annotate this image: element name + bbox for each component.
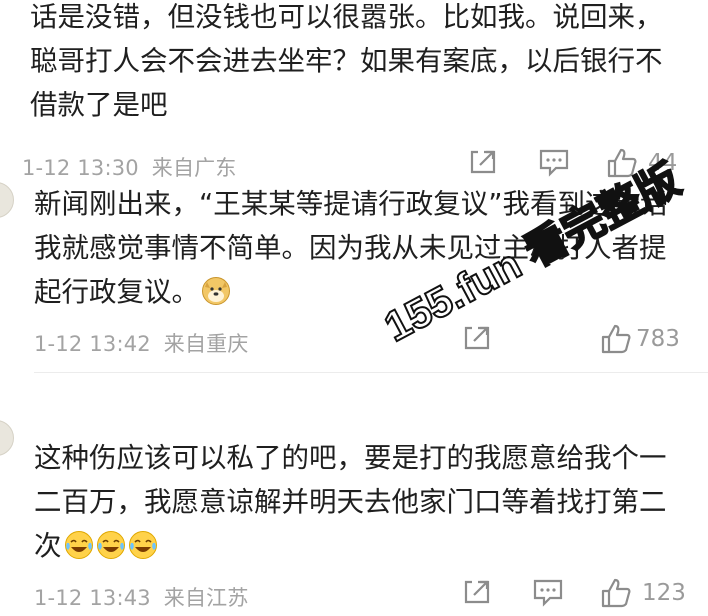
share-icon <box>470 150 496 174</box>
comment-time: 1-12 13:43 来自江苏 <box>34 582 249 612</box>
comment-2: 新闻刚出来，“王某某等提请行政复议”我看到这句话我就感觉事情不简单。因为我从未见… <box>0 182 708 373</box>
comment-time: 1-12 13:30 来自广东 <box>22 152 237 182</box>
comment-text: 话是没错，但没钱也可以很嚣张。比如我。说回来，聪哥打人会不会进去坐牢？如果有案底… <box>30 1 663 121</box>
laugh-cry-emoji <box>128 531 157 559</box>
doge-emoji <box>202 277 230 305</box>
comment-meta: 1-12 13:30 来自广东 44 <box>0 147 708 181</box>
thumbs-up-icon <box>601 324 631 354</box>
comment-icon <box>533 579 563 607</box>
laugh-cry-emoji <box>64 531 93 559</box>
share-icon <box>464 326 490 350</box>
reply-button[interactable] <box>532 577 563 611</box>
comment-text: 新闻刚出来，“王某某等提请行政复议”我看到这句话我就感觉事情不简单。因为我从未见… <box>34 182 674 314</box>
location-text: 来自江苏 <box>163 586 249 610</box>
comment-3: 这种伤应该可以私了的吧，要是打的我愿意给我个一二百万，我愿意谅解并明天去他家门口… <box>0 412 708 616</box>
location-text: 来自广东 <box>151 156 237 180</box>
comment-text-content: 新闻刚出来，“王某某等提请行政复议”我看到这句话我就感觉事情不简单。因为我从未见… <box>34 188 668 308</box>
time-text: 1-12 13:42 <box>34 332 151 356</box>
laugh-cry-emoji <box>96 531 125 559</box>
comment-icon <box>539 149 569 177</box>
like-button[interactable]: 44 <box>606 147 696 181</box>
thumbs-up-icon <box>607 148 637 178</box>
comment-1: 话是没错，但没钱也可以很嚣张。比如我。说回来，聪哥打人会不会进去坐牢？如果有案底… <box>0 0 708 182</box>
divider <box>34 372 708 373</box>
like-button[interactable]: 783 <box>600 323 700 357</box>
like-button[interactable]: 123 <box>600 577 700 611</box>
time-text: 1-12 13:30 <box>22 156 139 180</box>
comment-time: 1-12 13:42 来自重庆 <box>34 328 249 358</box>
location-text: 来自重庆 <box>163 332 249 356</box>
thumbs-up-icon <box>601 578 631 608</box>
like-count: 123 <box>642 580 686 606</box>
forward-button[interactable] <box>468 147 498 181</box>
comment-meta: 1-12 13:42 来自重庆 783 <box>0 323 708 357</box>
time-text: 1-12 13:43 <box>34 586 151 610</box>
forward-button[interactable] <box>462 577 492 611</box>
like-count: 44 <box>648 150 678 176</box>
comment-meta: 1-12 13:43 来自江苏 123 <box>0 577 708 611</box>
comment-text: 这种伤应该可以私了的吧，要是打的我愿意给我个一二百万，我愿意谅解并明天去他家门口… <box>34 436 674 568</box>
avatar[interactable] <box>0 420 14 456</box>
reply-button[interactable] <box>538 147 569 181</box>
share-icon <box>464 580 490 604</box>
forward-button[interactable] <box>462 323 492 357</box>
avatar[interactable] <box>0 182 14 218</box>
like-count: 783 <box>636 326 680 352</box>
